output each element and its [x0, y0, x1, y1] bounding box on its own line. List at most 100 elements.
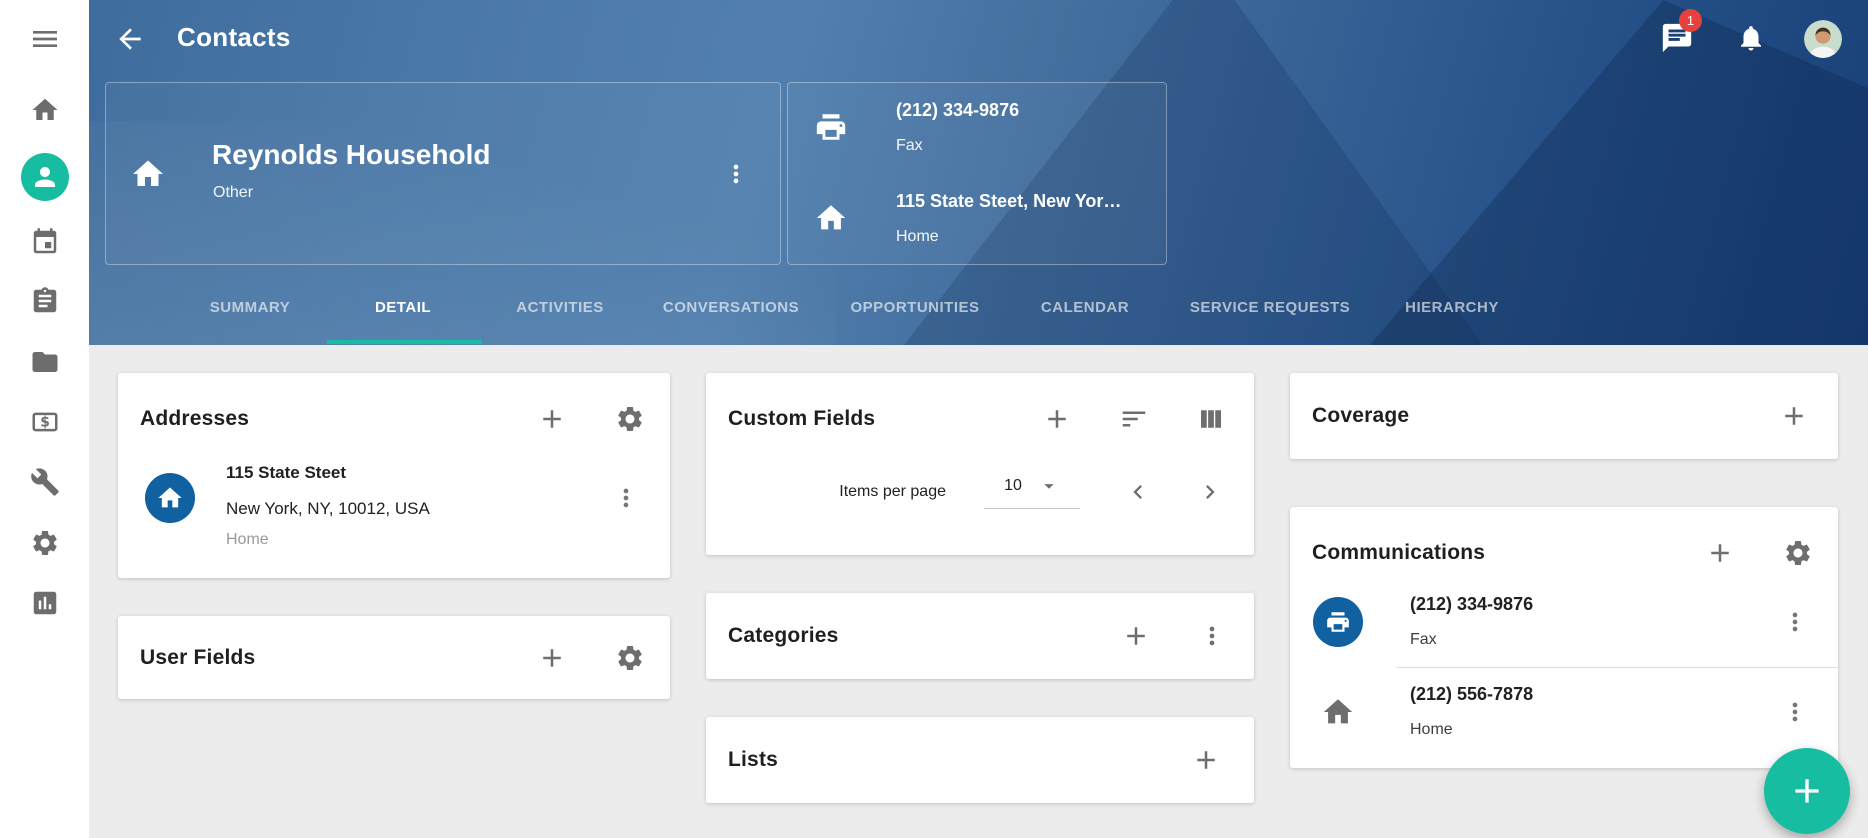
- row-divider: [1396, 667, 1838, 668]
- sidebar-item-contacts[interactable]: [21, 153, 69, 201]
- addresses-title: Addresses: [140, 407, 249, 431]
- plus-icon: [537, 643, 567, 673]
- contact-name: Reynolds Household: [212, 139, 490, 171]
- addresses-settings-button[interactable]: [615, 404, 645, 434]
- hamburger-icon: [29, 23, 61, 55]
- categories-card: Categories: [706, 593, 1254, 679]
- lists-title: Lists: [728, 748, 778, 772]
- dollar-card-icon: $: [30, 407, 60, 437]
- previous-page-button[interactable]: [1124, 478, 1152, 506]
- plus-icon: [1779, 401, 1809, 431]
- tab-calendar[interactable]: CALENDAR: [1041, 299, 1129, 316]
- add-user-field-button[interactable]: [537, 643, 567, 673]
- tab-summary[interactable]: SUMMARY: [210, 299, 290, 316]
- sidebar-item-reports[interactable]: [30, 588, 60, 618]
- communication-label: Home: [1410, 721, 1453, 739]
- contact-header-region: Contacts 1 Reynolds Household Other (212…: [89, 0, 1868, 345]
- tab-hierarchy[interactable]: HIERARCHY: [1405, 299, 1499, 316]
- quick-address: 115 State Steet, New Yor…: [896, 191, 1121, 212]
- add-list-button[interactable]: [1191, 745, 1221, 775]
- sidebar-item-documents[interactable]: [30, 347, 60, 377]
- quick-info-card: (212) 334-9876 Fax 115 State Steet, New …: [787, 82, 1167, 265]
- sidebar-item-calendar[interactable]: [30, 227, 60, 257]
- next-page-button[interactable]: [1196, 478, 1224, 506]
- categories-menu-button[interactable]: [1198, 622, 1226, 650]
- sidebar-menu-button[interactable]: [29, 23, 61, 55]
- home-icon: [1321, 695, 1355, 729]
- clipboard-icon: [30, 286, 60, 316]
- active-contact-indicator: [21, 153, 69, 201]
- sidebar-item-settings[interactable]: [30, 528, 60, 558]
- items-per-page-label: Items per page: [839, 483, 946, 501]
- back-button[interactable]: [114, 23, 146, 55]
- chevron-down-icon: [1038, 475, 1060, 497]
- sidebar-item-home[interactable]: [30, 95, 60, 125]
- address-city-line: New York, NY, 10012, USA: [226, 499, 430, 519]
- lists-card: Lists: [706, 717, 1254, 803]
- page-title: Contacts: [177, 22, 291, 53]
- add-custom-field-button[interactable]: [1042, 404, 1072, 434]
- user-fields-title: User Fields: [140, 646, 255, 670]
- home-icon: [30, 95, 60, 125]
- user-fields-settings-button[interactable]: [615, 643, 645, 673]
- user-avatar[interactable]: [1804, 20, 1842, 58]
- address-menu-button[interactable]: [612, 484, 640, 512]
- add-coverage-button[interactable]: [1779, 401, 1809, 431]
- page-size-select[interactable]: 10: [984, 475, 1080, 509]
- communication-label: Fax: [1410, 631, 1437, 649]
- wrench-icon: [30, 467, 60, 497]
- kebab-icon: [612, 484, 640, 512]
- communication-menu-button[interactable]: [1781, 698, 1809, 726]
- plus-icon: [1787, 771, 1827, 811]
- sidebar-item-billing[interactable]: $: [30, 407, 60, 437]
- communications-settings-button[interactable]: [1783, 538, 1813, 568]
- contact-name-card: Reynolds Household Other: [105, 82, 781, 265]
- bell-icon: [1736, 23, 1766, 53]
- add-category-button[interactable]: [1121, 621, 1151, 651]
- chevron-right-icon: [1196, 478, 1224, 506]
- tab-conversations[interactable]: CONVERSATIONS: [663, 299, 799, 316]
- tab-opportunities[interactable]: OPPORTUNITIES: [850, 299, 979, 316]
- quick-fax-number: (212) 334-9876: [896, 100, 1019, 121]
- kebab-icon: [1198, 622, 1226, 650]
- tab-activities[interactable]: ACTIVITIES: [516, 299, 604, 316]
- home-icon: [814, 201, 848, 235]
- quick-fax-label: Fax: [896, 137, 923, 155]
- tab-detail[interactable]: DETAIL: [375, 299, 431, 316]
- active-tab-indicator: [327, 340, 482, 344]
- gear-icon: [615, 404, 645, 434]
- sidebar-item-tools[interactable]: [30, 467, 60, 497]
- custom-fields-title: Custom Fields: [728, 407, 875, 431]
- bar-chart-icon: [30, 588, 60, 618]
- columns-button[interactable]: [1196, 404, 1226, 434]
- svg-text:$: $: [40, 415, 50, 431]
- quick-address-label: Home: [896, 228, 939, 246]
- categories-title: Categories: [728, 624, 839, 648]
- add-address-button[interactable]: [537, 404, 567, 434]
- plus-icon: [1705, 538, 1735, 568]
- add-record-fab[interactable]: [1764, 748, 1850, 834]
- tab-service-requests[interactable]: SERVICE REQUESTS: [1190, 299, 1350, 316]
- pagination: Items per page 10: [706, 475, 1224, 509]
- user-fields-card: User Fields: [118, 616, 670, 699]
- notifications-button[interactable]: [1736, 23, 1766, 53]
- plus-icon: [1042, 404, 1072, 434]
- communication-menu-button[interactable]: [1781, 608, 1809, 636]
- arrow-back-icon: [114, 23, 146, 55]
- communications-card: Communications (212) 334-9876 Fax (212) …: [1290, 507, 1838, 768]
- avatar-photo-icon: [1804, 20, 1842, 58]
- columns-icon: [1196, 404, 1226, 434]
- sort-button[interactable]: [1119, 404, 1149, 434]
- kebab-icon: [1781, 698, 1809, 726]
- fax-icon: [1313, 597, 1363, 647]
- contact-menu-button[interactable]: [722, 160, 750, 188]
- address-home-icon: [145, 473, 195, 523]
- add-communication-button[interactable]: [1705, 538, 1735, 568]
- addresses-card: Addresses 115 State Steet New York, NY, …: [118, 373, 670, 578]
- communications-title: Communications: [1312, 541, 1485, 565]
- gear-icon: [615, 643, 645, 673]
- plus-icon: [1191, 745, 1221, 775]
- sidebar-item-tasks[interactable]: [30, 286, 60, 316]
- plus-icon: [537, 404, 567, 434]
- kebab-icon: [722, 160, 750, 188]
